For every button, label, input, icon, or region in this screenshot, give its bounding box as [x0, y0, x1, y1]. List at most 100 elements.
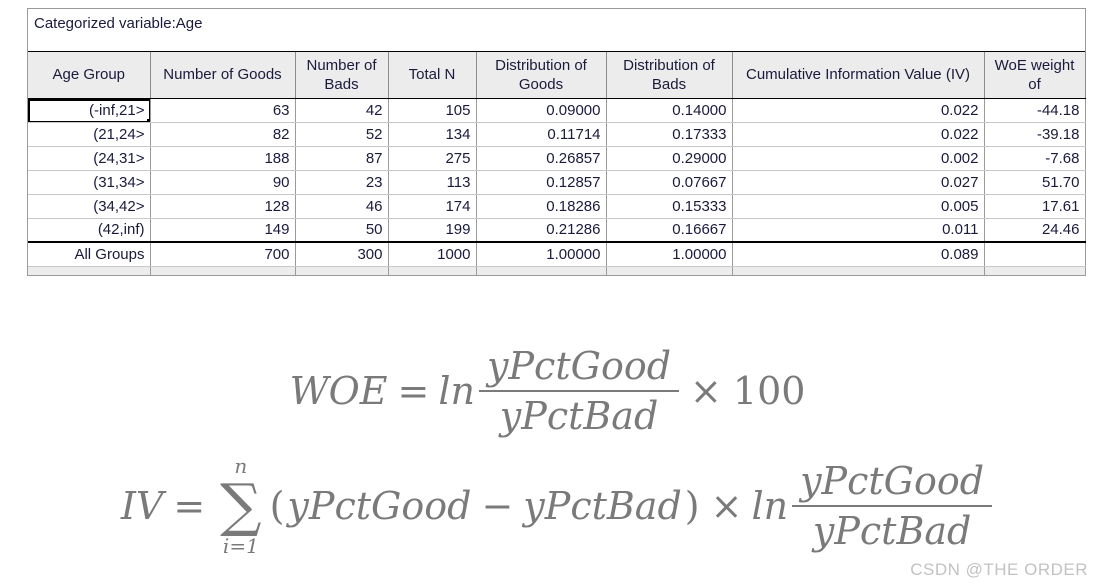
- column-header-cumulative-information-value[interactable]: Cumulative Information Value (IV): [732, 52, 985, 99]
- cell-number-of-bads[interactable]: 52: [295, 122, 389, 147]
- cell-age-group[interactable]: (31,34>: [28, 170, 151, 195]
- table-row-all-groups[interactable]: All Groups 700 300 1000 1.00000 1.00000 …: [28, 241, 1086, 267]
- cell-number-of-bads[interactable]: 300: [295, 241, 389, 267]
- cell-woe[interactable]: [984, 241, 1086, 267]
- formula-woe-denominator: yPctBad: [499, 394, 659, 438]
- formula-iv-term-right: yPctBad: [523, 484, 682, 528]
- cell-distribution-of-bads[interactable]: 0.17333: [606, 122, 733, 147]
- cell-distribution-of-goods[interactable]: 0.18286: [476, 194, 607, 219]
- formula-woe-factor: 100: [732, 369, 806, 413]
- cell-distribution-of-bads[interactable]: 0.14000: [606, 98, 733, 123]
- formula-iv-equals: =: [173, 484, 206, 528]
- cell-age-group[interactable]: (-inf,21>: [28, 98, 151, 123]
- watermark: CSDN @THE ORDER: [910, 560, 1088, 579]
- cell-distribution-of-bads[interactable]: 0.16667: [606, 218, 733, 243]
- fill-handle[interactable]: [146, 118, 149, 121]
- table-row-empty-tail: [28, 266, 1086, 275]
- formula-iv: IV = n ∑ i=1 ( yPctGood − yPctBad ) × ln…: [0, 446, 1096, 566]
- cell-empty: [295, 266, 389, 275]
- formula-iv-open-paren: (: [269, 484, 285, 528]
- cell-total-n[interactable]: 199: [388, 218, 477, 243]
- cell-distribution-of-bads[interactable]: 0.29000: [606, 146, 733, 171]
- cell-number-of-goods[interactable]: 700: [150, 241, 296, 267]
- cell-empty: [606, 266, 733, 275]
- cell-number-of-goods[interactable]: 90: [150, 170, 296, 195]
- cell-total-n[interactable]: 134: [388, 122, 477, 147]
- cell-number-of-bads[interactable]: 50: [295, 218, 389, 243]
- page-root: Categorized variable:Age Age Group Numbe…: [0, 0, 1096, 586]
- cell-number-of-bads[interactable]: 87: [295, 146, 389, 171]
- cell-distribution-of-goods[interactable]: 0.26857: [476, 146, 607, 171]
- cell-number-of-goods[interactable]: 63: [150, 98, 296, 123]
- column-header-distribution-of-goods[interactable]: Distribution of Goods: [476, 52, 607, 99]
- cell-age-group[interactable]: (34,42>: [28, 194, 151, 219]
- cell-cumulative-iv[interactable]: 0.022: [732, 98, 985, 123]
- formula-iv-sum-lower: i=1: [222, 533, 259, 558]
- cell-empty: [150, 266, 296, 275]
- column-header-age-group[interactable]: Age Group: [28, 52, 151, 99]
- cell-number-of-bads[interactable]: 46: [295, 194, 389, 219]
- column-header-number-of-bads[interactable]: Number of Bads: [295, 52, 389, 99]
- cell-distribution-of-goods[interactable]: 0.12857: [476, 170, 607, 195]
- cell-age-group[interactable]: (24,31>: [28, 146, 151, 171]
- formula-iv-summation: n ∑ i=1: [220, 454, 261, 557]
- categorized-variable-title: Categorized variable:Age: [28, 9, 1085, 52]
- table-row[interactable]: (42,inf) 149 50 199 0.21286 0.16667 0.01…: [28, 218, 1086, 243]
- formula-iv-lhs: IV: [120, 484, 164, 528]
- formula-iv-denominator: yPctBad: [812, 509, 972, 553]
- cell-number-of-goods[interactable]: 188: [150, 146, 296, 171]
- formula-woe-numerator: yPctGood: [479, 344, 680, 392]
- cell-woe[interactable]: -44.18: [984, 98, 1086, 123]
- sigma-icon: ∑: [220, 471, 262, 540]
- cell-cumulative-iv[interactable]: 0.005: [732, 194, 985, 219]
- cell-distribution-of-goods[interactable]: 0.09000: [476, 98, 607, 123]
- formula-iv-numerator: yPctGood: [792, 459, 993, 507]
- cell-empty: [388, 266, 477, 275]
- cell-total-n[interactable]: 105: [388, 98, 477, 123]
- cell-cumulative-iv[interactable]: 0.089: [732, 241, 985, 267]
- cell-total-n[interactable]: 113: [388, 170, 477, 195]
- cell-woe[interactable]: 17.61: [984, 194, 1086, 219]
- cell-woe[interactable]: 24.46: [984, 218, 1086, 243]
- formula-iv-minus: −: [481, 484, 514, 528]
- cell-total-n[interactable]: 1000: [388, 241, 477, 267]
- column-header-woe[interactable]: WoE weight of: [984, 52, 1086, 99]
- cell-age-group[interactable]: (21,24>: [28, 122, 151, 147]
- cell-woe[interactable]: -39.18: [984, 122, 1086, 147]
- table-row[interactable]: (24,31> 188 87 275 0.26857 0.29000 0.002…: [28, 146, 1086, 171]
- table-row[interactable]: (-inf,21> 63 42 105 0.09000 0.14000 0.02…: [28, 98, 1086, 123]
- column-header-number-of-goods[interactable]: Number of Goods: [150, 52, 296, 99]
- cell-number-of-bads[interactable]: 42: [295, 98, 389, 123]
- cell-cumulative-iv[interactable]: 0.011: [732, 218, 985, 243]
- cell-total-n[interactable]: 275: [388, 146, 477, 171]
- cell-cumulative-iv[interactable]: 0.027: [732, 170, 985, 195]
- formula-iv-close-paren: ): [684, 484, 700, 528]
- cell-distribution-of-bads[interactable]: 0.15333: [606, 194, 733, 219]
- cell-number-of-bads[interactable]: 23: [295, 170, 389, 195]
- cell-number-of-goods[interactable]: 82: [150, 122, 296, 147]
- cell-age-group[interactable]: All Groups: [28, 241, 151, 267]
- cell-distribution-of-goods[interactable]: 0.11714: [476, 122, 607, 147]
- formula-woe: WOE = ln yPctGood yPctBad × 100: [0, 336, 1096, 446]
- formula-iv-ln: ln: [751, 484, 789, 528]
- cell-age-group[interactable]: (42,inf): [28, 218, 151, 243]
- cell-woe[interactable]: -7.68: [984, 146, 1086, 171]
- column-header-total-n[interactable]: Total N: [388, 52, 477, 99]
- cell-age-group-text: (-inf,21>: [89, 101, 145, 119]
- table-row[interactable]: (21,24> 82 52 134 0.11714 0.17333 0.022 …: [28, 122, 1086, 147]
- table-row[interactable]: (31,34> 90 23 113 0.12857 0.07667 0.027 …: [28, 170, 1086, 195]
- cell-woe[interactable]: 51.70: [984, 170, 1086, 195]
- cell-distribution-of-goods[interactable]: 1.00000: [476, 241, 607, 267]
- cell-total-n[interactable]: 174: [388, 194, 477, 219]
- cell-distribution-of-bads[interactable]: 1.00000: [606, 241, 733, 267]
- column-header-distribution-of-bads[interactable]: Distribution of Bads: [606, 52, 733, 99]
- cell-number-of-goods[interactable]: 149: [150, 218, 296, 243]
- formula-woe-equals: =: [397, 369, 430, 413]
- formula-iv-times: ×: [710, 484, 743, 528]
- cell-number-of-goods[interactable]: 128: [150, 194, 296, 219]
- cell-cumulative-iv[interactable]: 0.022: [732, 122, 985, 147]
- cell-cumulative-iv[interactable]: 0.002: [732, 146, 985, 171]
- cell-distribution-of-goods[interactable]: 0.21286: [476, 218, 607, 243]
- cell-distribution-of-bads[interactable]: 0.07667: [606, 170, 733, 195]
- table-row[interactable]: (34,42> 128 46 174 0.18286 0.15333 0.005…: [28, 194, 1086, 219]
